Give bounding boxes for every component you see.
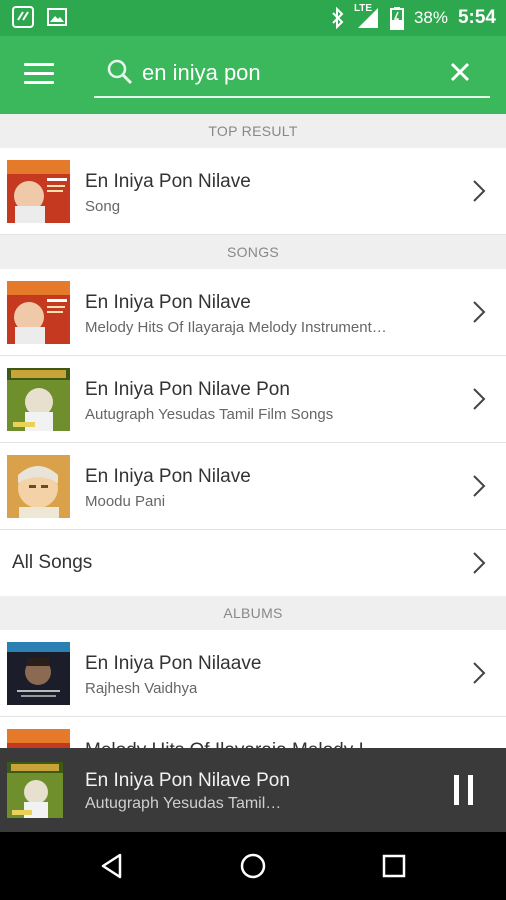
lte-label: LTE bbox=[353, 3, 373, 14]
row-subtitle: Moodu Pani bbox=[85, 493, 166, 510]
row-subtitle: Rajhesh Vaidhya bbox=[85, 680, 198, 697]
row-title: En Iniya Pon Nilave bbox=[85, 171, 251, 192]
now-playing-album-art bbox=[7, 762, 63, 818]
system-navigation-bar bbox=[0, 832, 506, 900]
battery-icon bbox=[389, 7, 404, 30]
chevron-right-icon bbox=[473, 180, 486, 202]
song-row[interactable]: En Iniya Pon Nilave Moodu Pani bbox=[0, 443, 506, 530]
back-icon[interactable] bbox=[98, 852, 126, 880]
status-bar: LTE 38% 5:54 bbox=[0, 0, 506, 36]
app-bar bbox=[0, 36, 506, 114]
chevron-right-icon bbox=[473, 662, 486, 684]
row-title: En Iniya Pon Nilave bbox=[85, 466, 251, 487]
top-result-row[interactable]: En Iniya Pon Nilave Song bbox=[0, 148, 506, 235]
row-title: Melody Hits Of Ilayaraja Melody I… bbox=[85, 740, 383, 748]
album-art-thumbnail bbox=[7, 368, 70, 431]
row-title: En Iniya Pon Nilave bbox=[85, 292, 251, 313]
album-row[interactable]: Melody Hits Of Ilayaraja Melody I… bbox=[0, 717, 506, 748]
song-row[interactable]: En Iniya Pon Nilave Pon Autugraph Yesuda… bbox=[0, 356, 506, 443]
lte-signal-icon: LTE bbox=[353, 3, 380, 30]
image-icon bbox=[47, 8, 67, 26]
search-results: TOP RESULT En Iniya Pon Nilave Song SONG… bbox=[0, 114, 506, 748]
saavn-app-icon bbox=[12, 6, 34, 28]
pause-icon[interactable] bbox=[454, 775, 474, 805]
row-title: En Iniya Pon Nilaave bbox=[85, 653, 262, 674]
hamburger-menu-icon[interactable] bbox=[24, 63, 54, 87]
now-playing-subtitle: Autugraph Yesudas Tamil… bbox=[85, 795, 282, 812]
album-art-thumbnail bbox=[7, 729, 70, 748]
album-art-thumbnail bbox=[7, 160, 70, 223]
row-subtitle: Melody Hits Of Ilayaraja Melody Instrume… bbox=[85, 319, 387, 336]
bluetooth-icon bbox=[332, 7, 344, 29]
row-title: En Iniya Pon Nilave Pon bbox=[85, 379, 290, 400]
section-header-albums: ALBUMS bbox=[0, 596, 506, 630]
chevron-right-icon bbox=[473, 301, 486, 323]
recents-icon[interactable] bbox=[380, 852, 408, 880]
album-art-thumbnail bbox=[7, 281, 70, 344]
row-subtitle: Song bbox=[85, 198, 121, 215]
battery-percentage: 38% bbox=[413, 8, 448, 27]
album-row[interactable]: En Iniya Pon Nilaave Rajhesh Vaidhya bbox=[0, 630, 506, 717]
album-art-thumbnail bbox=[7, 455, 70, 518]
all-songs-label: All Songs bbox=[12, 552, 93, 573]
now-playing-bar[interactable]: En Iniya Pon Nilave Pon Autugraph Yesuda… bbox=[0, 748, 506, 832]
chevron-right-icon bbox=[473, 475, 486, 497]
search-box bbox=[94, 52, 490, 98]
chevron-right-icon bbox=[473, 388, 486, 410]
row-subtitle: Autugraph Yesudas Tamil Film Songs bbox=[85, 406, 334, 423]
close-icon[interactable] bbox=[448, 60, 472, 84]
all-songs-row[interactable]: All Songs bbox=[0, 530, 506, 596]
home-icon[interactable] bbox=[239, 852, 267, 880]
now-playing-title: En Iniya Pon Nilave Pon bbox=[85, 770, 290, 791]
section-header-top-result: TOP RESULT bbox=[0, 114, 506, 148]
search-icon bbox=[107, 59, 133, 85]
song-row[interactable]: En Iniya Pon Nilave Melody Hits Of Ilaya… bbox=[0, 269, 506, 356]
section-header-songs: SONGS bbox=[0, 235, 506, 269]
search-input[interactable] bbox=[142, 56, 442, 90]
chevron-right-icon bbox=[473, 552, 486, 574]
album-art-thumbnail bbox=[7, 642, 70, 705]
clock: 5:54 bbox=[457, 7, 496, 28]
